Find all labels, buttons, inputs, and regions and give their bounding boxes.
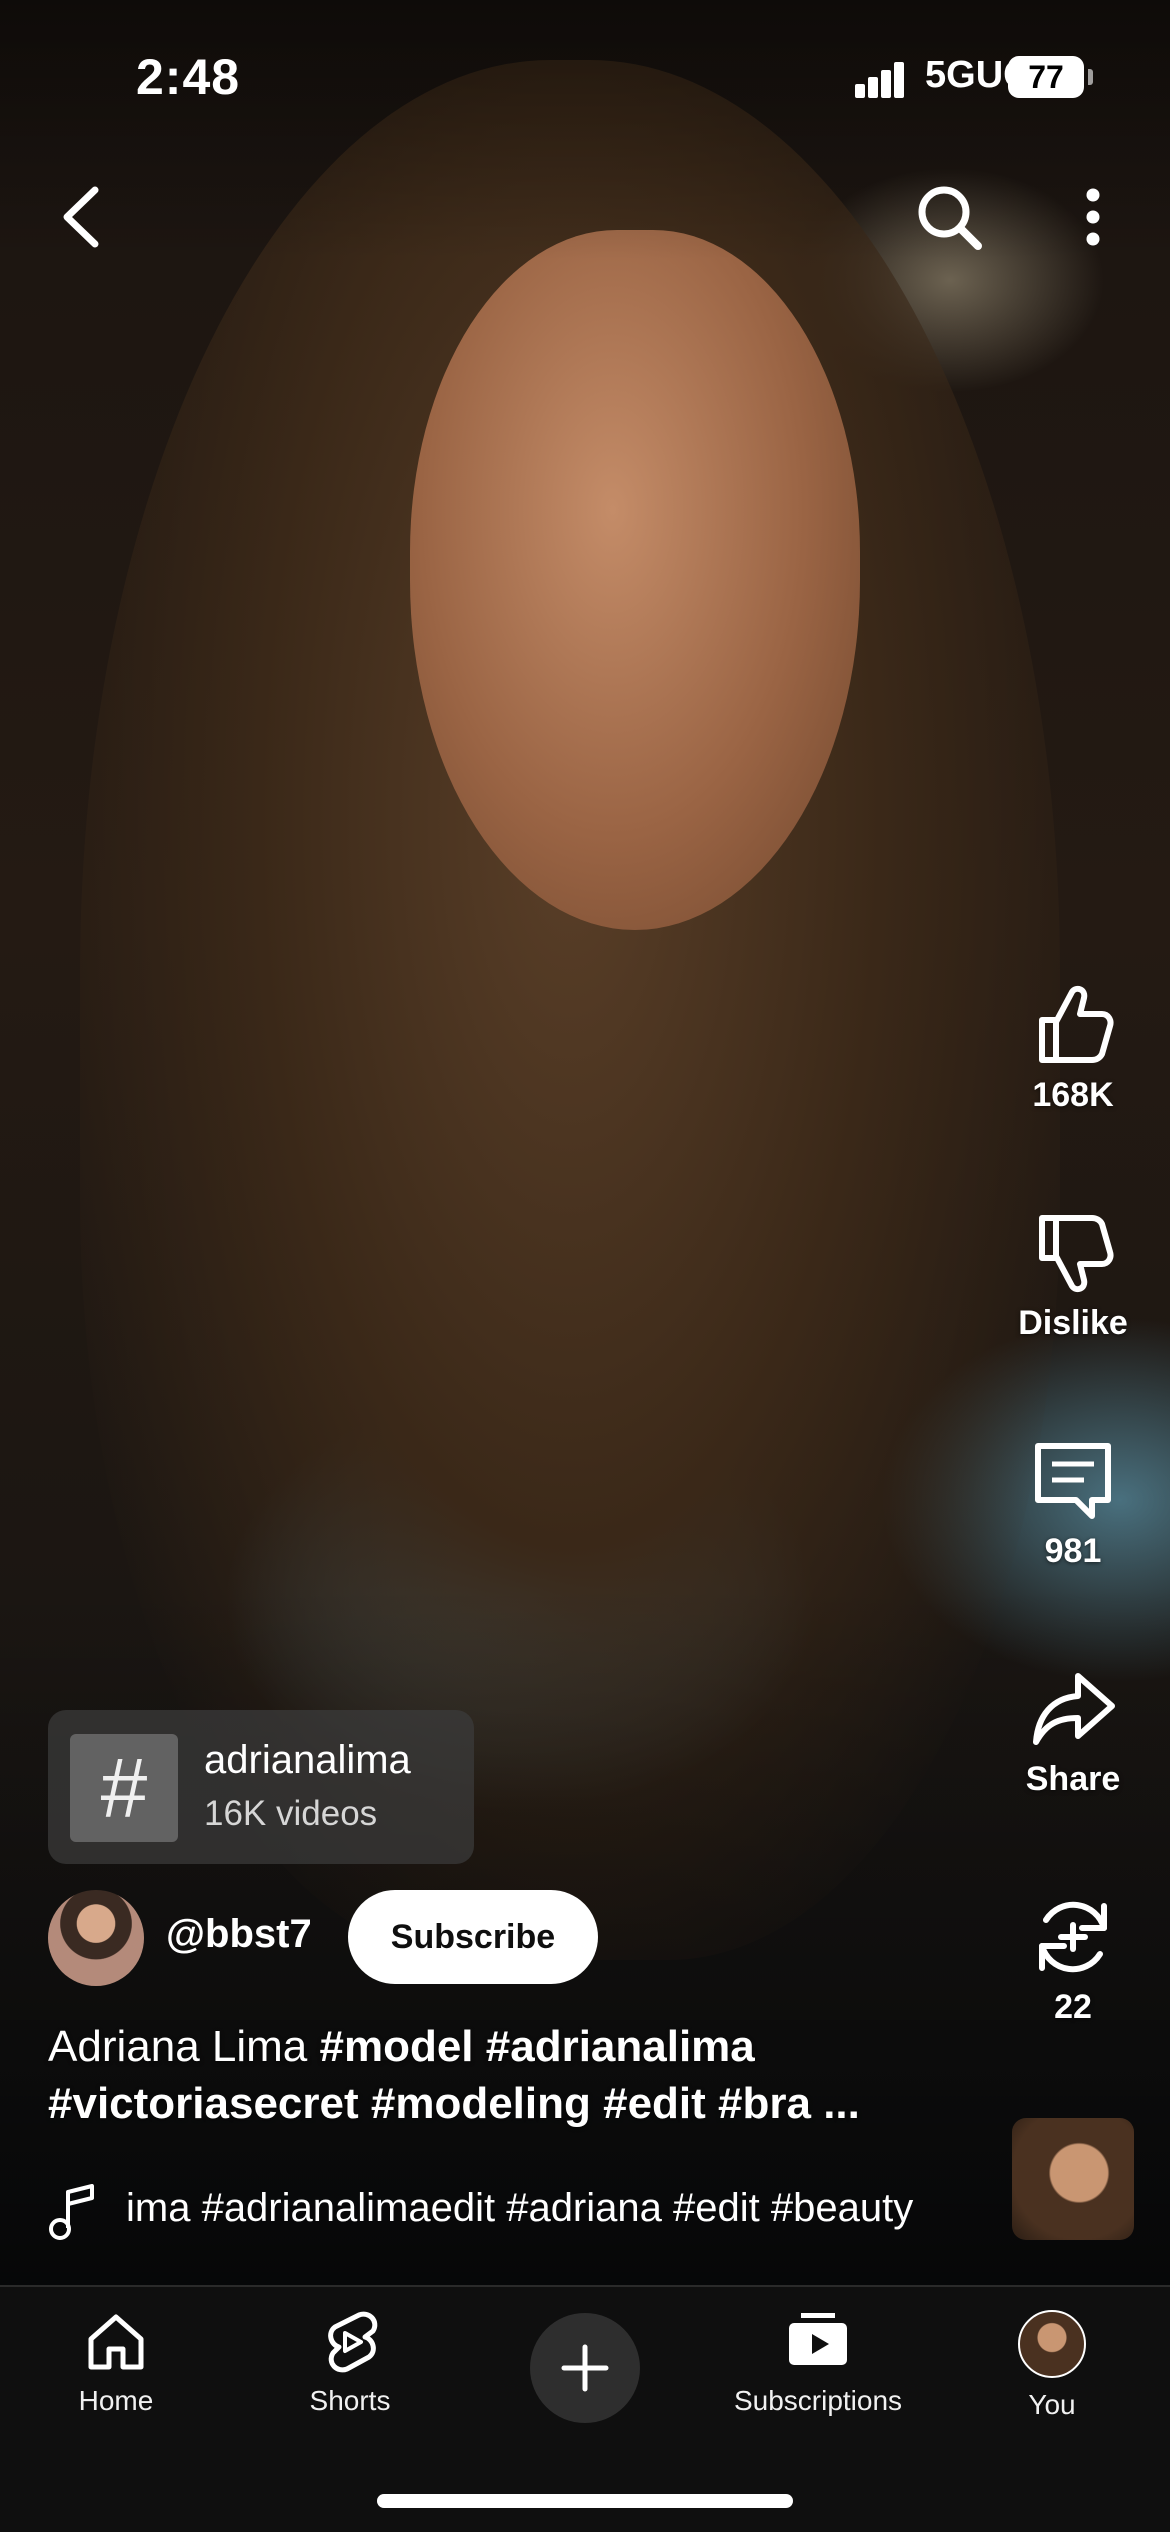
music-note-icon bbox=[49, 2184, 94, 2240]
home-icon bbox=[88, 2314, 144, 2370]
cellular-signal-icon bbox=[855, 62, 905, 98]
nav-home-label: Home bbox=[78, 2385, 154, 2416]
dislike-label: Dislike bbox=[1018, 1304, 1128, 1342]
more-options-button[interactable] bbox=[1048, 172, 1138, 262]
hashtag-video-count: 16K videos bbox=[204, 1794, 378, 1833]
remix-button[interactable]: 22 bbox=[1000, 1892, 1146, 2027]
home-indicator[interactable] bbox=[377, 2494, 793, 2508]
video-caption[interactable]: Adriana Lima #model #adrianalima #victor… bbox=[48, 2018, 988, 2132]
battery-icon: 77 bbox=[1008, 56, 1084, 98]
search-icon bbox=[918, 186, 982, 250]
battery-level: 77 bbox=[1028, 59, 1064, 95]
like-count: 168K bbox=[1032, 1076, 1114, 1114]
shorts-icon bbox=[328, 2311, 378, 2373]
subscribe-button[interactable]: Subscribe bbox=[348, 1890, 598, 1984]
remix-count: 22 bbox=[1054, 1988, 1092, 2026]
battery-cap bbox=[1088, 69, 1093, 85]
comment-count: 981 bbox=[1044, 1532, 1102, 1570]
remix-icon bbox=[1039, 1901, 1107, 1973]
nav-home[interactable]: Home bbox=[6, 2307, 226, 2417]
plus-icon bbox=[561, 2344, 609, 2392]
channel-handle[interactable]: @bbst7 bbox=[166, 1912, 312, 1957]
status-bar: 2:48 5GUC 77 bbox=[0, 0, 1170, 150]
nav-shorts-label: Shorts bbox=[309, 2385, 391, 2416]
search-button[interactable] bbox=[904, 172, 994, 262]
more-vertical-icon bbox=[1086, 188, 1100, 246]
subscriptions-icon bbox=[789, 2313, 847, 2365]
caption-tags-line-1: #model #adrianalima bbox=[319, 2022, 755, 2071]
sound-thumbnail[interactable] bbox=[1012, 2118, 1134, 2240]
caption-tags-line-2: #victoriasecret #modeling #edit #bra ... bbox=[48, 2079, 860, 2128]
thumbs-up-icon bbox=[1039, 985, 1114, 1063]
caption-title: Adriana Lima bbox=[48, 2022, 320, 2071]
channel-avatar[interactable] bbox=[48, 1890, 144, 1986]
video-figure-face bbox=[410, 230, 860, 930]
nav-you[interactable]: You bbox=[942, 2307, 1162, 2421]
like-button[interactable]: 168K bbox=[1000, 980, 1146, 1115]
hashtag-chip[interactable]: # adrianalima 16K videos bbox=[48, 1710, 474, 1864]
comments-button[interactable]: 981 bbox=[1000, 1436, 1146, 1571]
nav-subscriptions-label: Subscriptions bbox=[733, 2385, 903, 2416]
share-arrow-icon bbox=[1033, 1673, 1115, 1745]
create-button[interactable] bbox=[530, 2313, 640, 2423]
thumbs-down-icon bbox=[1039, 1215, 1114, 1293]
comment-icon bbox=[1035, 1443, 1111, 1519]
status-time: 2:48 bbox=[136, 49, 241, 105]
sound-title[interactable]: ima #adrianalimaedit #adriana #edit #bea… bbox=[126, 2186, 980, 2231]
nav-shorts[interactable]: Shorts bbox=[240, 2307, 460, 2417]
profile-avatar bbox=[1018, 2310, 1086, 2378]
chevron-left-icon bbox=[63, 186, 99, 248]
back-button[interactable] bbox=[38, 172, 128, 262]
share-label: Share bbox=[1025, 1760, 1121, 1798]
hashtag-icon: # bbox=[70, 1734, 178, 1842]
dislike-button[interactable]: Dislike bbox=[1000, 1208, 1146, 1343]
share-button[interactable]: Share bbox=[1000, 1664, 1146, 1799]
hashtag-name: adrianalima bbox=[204, 1738, 411, 1782]
nav-subscriptions[interactable]: Subscriptions bbox=[708, 2307, 928, 2417]
nav-you-label: You bbox=[1028, 2389, 1076, 2420]
shorts-player-screen: 2:48 5GUC 77 168K Dislike 981 Share 22 #… bbox=[0, 0, 1170, 2532]
